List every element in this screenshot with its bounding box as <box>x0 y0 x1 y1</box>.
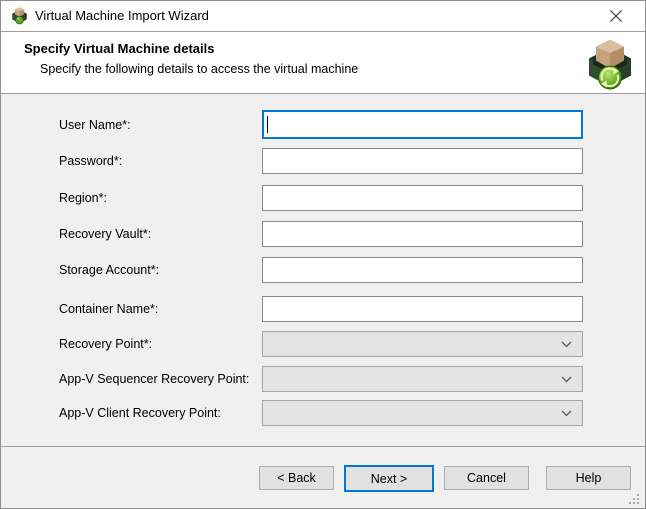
form-row: Recovery Vault*: <box>1 221 645 247</box>
close-button[interactable] <box>595 1 637 31</box>
container-name-input[interactable] <box>262 296 583 322</box>
password-input[interactable] <box>262 148 583 174</box>
vm-import-cube-icon <box>588 39 632 92</box>
field-label: Password*: <box>59 148 122 174</box>
close-x-icon <box>609 9 623 23</box>
help-button[interactable]: Help <box>546 466 631 490</box>
next-button[interactable]: Next > <box>344 465 434 492</box>
recovery-point-dropdown[interactable] <box>262 331 583 357</box>
chevron-down-icon <box>561 376 572 383</box>
form-row: Password*: <box>1 148 645 174</box>
form-row: User Name*: <box>1 110 645 139</box>
field-label: User Name*: <box>59 110 131 139</box>
field-label: Storage Account*: <box>59 257 159 283</box>
form-row: Recovery Point*: <box>1 331 645 357</box>
wizard-window: Virtual Machine Import Wizard Specify Vi… <box>0 0 646 509</box>
form-row: Container Name*: <box>1 296 645 322</box>
chevron-down-icon <box>561 410 572 417</box>
field-label: App-V Client Recovery Point: <box>59 400 221 426</box>
window-title: Virtual Machine Import Wizard <box>35 1 209 31</box>
resize-grip[interactable] <box>629 493 641 505</box>
button-bar: < Back Next > Cancel Help <box>1 447 645 508</box>
page-title: Specify Virtual Machine details <box>24 41 215 56</box>
appv-client-recovery-point-dropdown[interactable] <box>262 400 583 426</box>
field-label: Recovery Point*: <box>59 331 152 357</box>
recovery-vault-input[interactable] <box>262 221 583 247</box>
app-cube-icon <box>12 7 27 25</box>
form-row: App-V Client Recovery Point: <box>1 400 645 426</box>
form-area: User Name*: Password*: Region*: Recovery Va… <box>1 94 645 447</box>
field-label: Recovery Vault*: <box>59 221 151 247</box>
user-name-input[interactable] <box>262 110 583 139</box>
field-label: Region*: <box>59 185 107 211</box>
title-bar[interactable]: Virtual Machine Import Wizard <box>1 1 645 32</box>
form-row: App-V Sequencer Recovery Point: <box>1 366 645 392</box>
region-input[interactable] <box>262 185 583 211</box>
text-caret <box>267 116 268 133</box>
field-label: Container Name*: <box>59 296 158 322</box>
cancel-button[interactable]: Cancel <box>444 466 529 490</box>
back-button[interactable]: < Back <box>259 466 334 490</box>
form-row: Storage Account*: <box>1 257 645 283</box>
chevron-down-icon <box>561 341 572 348</box>
field-label: App-V Sequencer Recovery Point: <box>59 366 249 392</box>
appv-sequencer-recovery-point-dropdown[interactable] <box>262 366 583 392</box>
page-subtitle: Specify the following details to access … <box>40 62 358 76</box>
form-row: Region*: <box>1 185 645 211</box>
wizard-header: Specify Virtual Machine details Specify … <box>1 32 645 94</box>
storage-account-input[interactable] <box>262 257 583 283</box>
